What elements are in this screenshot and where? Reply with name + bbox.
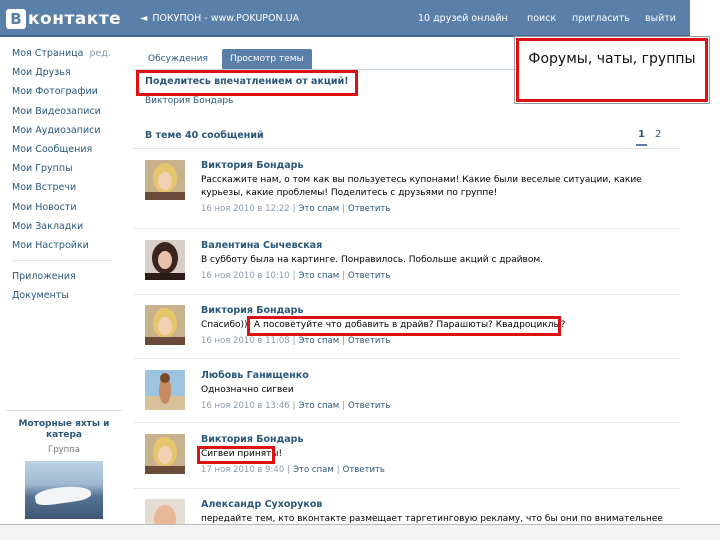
post-date: 16 ноя 2010 в 11:08 <box>201 336 290 346</box>
sidebar-ad[interactable]: Моторные яхты и катера Группа <box>6 410 122 519</box>
top-header-bar: B контакте ◄ ПОКУПОН - www.POKUPON.UA 10… <box>0 0 690 37</box>
post-author[interactable]: Любовь Ганищенко <box>201 370 671 384</box>
sidebar-item-events[interactable]: Мои Встречи <box>12 178 122 197</box>
pagination: 1 2 <box>636 129 661 146</box>
post-divider <box>134 358 680 359</box>
reply-link[interactable]: Ответить <box>343 465 385 475</box>
post-date: 17 ноя 2010 в 9:40 <box>201 465 285 475</box>
separator: | <box>342 271 346 281</box>
ad-subtitle: Группа <box>48 445 80 455</box>
separator: | <box>342 336 346 346</box>
topic-title: Поделитесь впечатлением от акций! <box>145 76 349 87</box>
post-text: Спасибо))) А посоветуйте что добавить в … <box>201 320 566 330</box>
report-spam-link[interactable]: Это спам <box>299 401 340 411</box>
page-2[interactable]: 2 <box>655 129 661 146</box>
topic-tabs: Обсуждения Просмотр темы <box>140 49 312 69</box>
logo-text: контакте <box>28 9 122 29</box>
back-to-group-link[interactable]: ◄ ПОКУПОН - www.POKUPON.UA <box>140 13 299 24</box>
post-meta: 16 ноя 2010 в 12:22 | Это спам | Ответить <box>201 204 671 214</box>
reply-link[interactable]: Ответить <box>348 204 390 214</box>
post-meta: 16 ноя 2010 в 13:46 | Это спам | Ответить <box>201 401 671 411</box>
post-text: Сигвеи приняты! <box>201 449 283 459</box>
bottom-status-bar <box>0 524 720 540</box>
tab-view-topic[interactable]: Просмотр темы <box>221 49 312 69</box>
count-divider <box>134 148 680 149</box>
post-meta: 16 ноя 2010 в 10:10 | Это спам | Ответить <box>201 271 671 281</box>
post-author[interactable]: Виктория Бондарь <box>201 160 671 174</box>
report-spam-link[interactable]: Это спам <box>299 336 340 346</box>
post-meta: 16 ноя 2010 в 11:08 | Это спам | Ответить <box>201 336 671 346</box>
post-divider <box>134 294 680 295</box>
sidebar-item-bookmarks[interactable]: Мои Закладки <box>12 217 122 236</box>
message-count: В теме 40 сообщений <box>145 130 264 141</box>
ad-title[interactable]: Моторные яхты и катера <box>6 419 122 441</box>
reply-link[interactable]: Ответить <box>348 401 390 411</box>
logout-link[interactable]: выйти <box>645 13 676 24</box>
post-date: 16 ноя 2010 в 10:10 <box>201 271 290 281</box>
invite-link[interactable]: пригласить <box>572 13 630 24</box>
report-spam-link[interactable]: Это спам <box>293 465 334 475</box>
separator: | <box>342 204 346 214</box>
back-arrow-icon: ◄ <box>140 13 148 24</box>
sidebar-item-settings[interactable]: Мои Настройки <box>12 236 122 255</box>
separator: | <box>292 336 296 346</box>
edit-link[interactable]: ред. <box>89 48 110 59</box>
search-link[interactable]: поиск <box>527 13 556 24</box>
avatar[interactable] <box>145 434 185 474</box>
separator: | <box>292 204 296 214</box>
callout-label: Форумы, чаты, группы <box>514 36 710 104</box>
left-sidebar: Моя Страница ред. Мои Друзья Мои Фотограф… <box>12 44 122 305</box>
sidebar-item-audio[interactable]: Мои Аудиозаписи <box>12 121 122 140</box>
separator: | <box>292 401 296 411</box>
sidebar-item-documents[interactable]: Документы <box>12 286 122 305</box>
sidebar-item-messages[interactable]: Мои Сообщения <box>12 140 122 159</box>
post-divider <box>134 488 680 489</box>
page-1[interactable]: 1 <box>636 129 647 146</box>
group-name: ПОКУПОН - www.POKUPON.UA <box>152 13 300 24</box>
reply-link[interactable]: Ответить <box>348 336 390 346</box>
post-author[interactable]: Александр Сухоруков <box>201 499 671 513</box>
post-meta: 17 ноя 2010 в 9:40 | Это спам | Ответить <box>201 465 671 475</box>
post-date: 16 ноя 2010 в 12:22 <box>201 204 290 214</box>
sidebar-item-apps[interactable]: Приложения <box>12 267 122 286</box>
post-date: 16 ноя 2010 в 13:46 <box>201 401 290 411</box>
report-spam-link[interactable]: Это спам <box>299 204 340 214</box>
friends-online-link[interactable]: 10 друзей онлайн <box>418 13 508 24</box>
boat-image[interactable] <box>25 461 103 519</box>
separator: | <box>342 401 346 411</box>
reply-link[interactable]: Ответить <box>348 271 390 281</box>
report-spam-link[interactable]: Это спам <box>299 271 340 281</box>
sidebar-item-news[interactable]: Мои Новости <box>12 198 122 217</box>
avatar[interactable] <box>145 240 185 280</box>
separator: | <box>287 465 291 475</box>
logo-letter: B <box>6 9 26 29</box>
post-divider <box>134 422 680 423</box>
sidebar-item-friends[interactable]: Мои Друзья <box>12 63 122 82</box>
vkontakte-logo[interactable]: B контакте <box>6 8 121 30</box>
avatar[interactable] <box>145 160 185 200</box>
tab-discussions[interactable]: Обсуждения <box>140 49 216 69</box>
sidebar-item-label: Моя Страница <box>12 48 84 59</box>
post-author[interactable]: Виктория Бондарь <box>201 434 671 448</box>
post-text: Однозначно сигвеи <box>201 385 294 395</box>
sidebar-divider <box>12 260 112 262</box>
avatar[interactable] <box>145 305 185 345</box>
post-author[interactable]: Валентина Сычевская <box>201 240 671 254</box>
avatar[interactable] <box>145 370 185 410</box>
topic-author[interactable]: Виктория Бондарь <box>145 96 233 106</box>
post-divider <box>134 228 680 229</box>
post-author[interactable]: Виктория Бондарь <box>201 305 671 319</box>
post-text: Расскажите нам, о том как вы пользуетесь… <box>201 175 642 198</box>
separator: | <box>292 271 296 281</box>
sidebar-item-groups[interactable]: Мои Группы <box>12 159 122 178</box>
sidebar-item-videos[interactable]: Мои Видеозаписи <box>12 102 122 121</box>
sidebar-item-my-page[interactable]: Моя Страница ред. <box>12 44 122 63</box>
sidebar-item-photos[interactable]: Мои Фотографии <box>12 82 122 101</box>
post-text: В субботу была на картинге. Понравилось.… <box>201 255 544 265</box>
separator: | <box>336 465 340 475</box>
